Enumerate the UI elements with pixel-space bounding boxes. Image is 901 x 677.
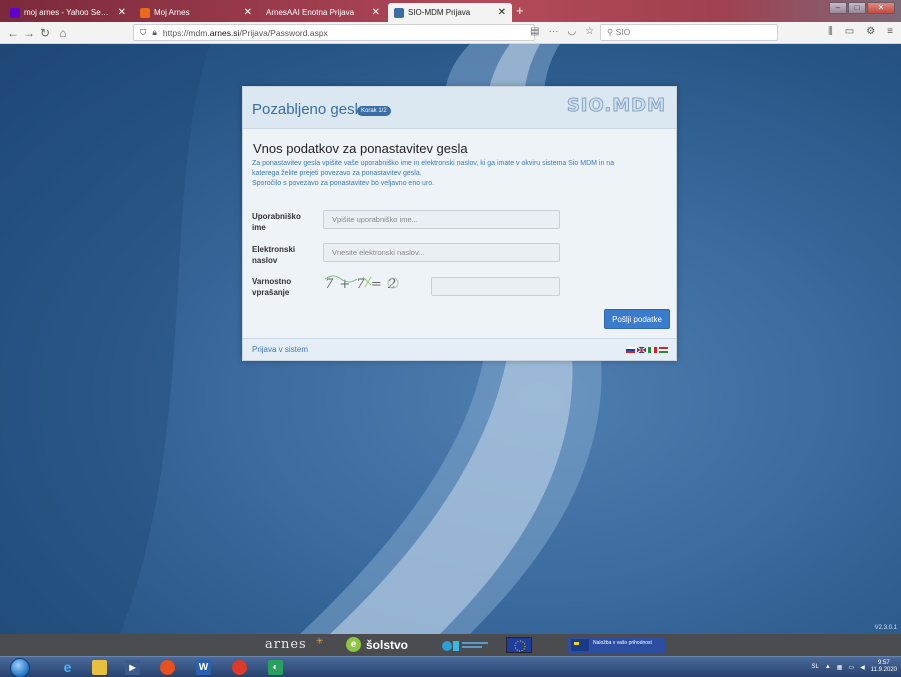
close-icon[interactable]: ✕ (372, 7, 380, 18)
card-header: Pozabljeno geslo Korak 1/2 SIO.MDM (243, 87, 676, 129)
arnes-favicon-icon (140, 7, 150, 18)
step-badge: Korak 1/2 (357, 106, 391, 116)
system-tray: SL ▲ ▦ ▭ ◀ 9:57 11.9.2020 (811, 660, 897, 674)
submit-button[interactable]: Pošlji podatke (604, 309, 670, 329)
minimize-icon[interactable]: – (829, 2, 847, 14)
sio-favicon-icon (394, 7, 404, 18)
language-indicator[interactable]: SL (811, 664, 818, 670)
reload-icon[interactable]: ↻ (38, 26, 52, 40)
esolstvo-icon: e (346, 637, 361, 652)
home-icon[interactable]: ⌂ (56, 26, 70, 40)
page-background: Pozabljeno geslo Korak 1/2 SIO.MDM Vnos … (0, 44, 901, 634)
arnes-spark-icon: ✳ (316, 636, 324, 646)
tab-label: Moj Arnes (154, 8, 190, 17)
chrome-icon[interactable] (232, 660, 247, 675)
more-actions-icon[interactable]: ··· (548, 26, 558, 37)
email-label: Elektronski naslov (252, 245, 296, 265)
tab-yahoo-search[interactable]: moj arnes - Yahoo Search Resu ✕ (4, 3, 132, 22)
info-text: Za ponastavitev gesla vpišite vaše upora… (252, 160, 615, 187)
close-icon[interactable]: ✕ (244, 7, 252, 18)
card-footer: Prijava v sistem (243, 338, 676, 360)
flag-italy-icon[interactable] (648, 347, 657, 353)
clock[interactable]: 9:57 11.9.2020 (871, 660, 897, 674)
url-bar[interactable]: ⛉ 🔒︎ https://mdm.arnes.si/Prijava/Passwo… (133, 24, 535, 41)
footer-logo-strip: arnes ✳ e šolstvo Naložba v vašo prihodn… (0, 634, 901, 656)
tab-label: moj arnes - Yahoo Search Resu (24, 8, 110, 17)
section-title: Vnos podatkov za ponastavitev gesla (253, 141, 468, 156)
reader-view-icon[interactable]: ▤ (530, 26, 539, 37)
toolbar-icons: ⫼ ▭ ⚙ ≡ (828, 26, 893, 37)
close-icon[interactable]: ✕ (118, 7, 126, 18)
tab-arnesaai[interactable]: ArnesAAI Enotna Prijava ✕ (260, 3, 386, 22)
username-input[interactable]: Vpišite uporabniško ime... (323, 210, 560, 229)
word-icon[interactable]: W (196, 660, 211, 675)
sidebar-icon[interactable]: ▭ (845, 26, 854, 37)
firefox-icon[interactable] (160, 660, 175, 675)
flag-slovenia-icon[interactable] (626, 347, 635, 353)
lock-icon[interactable]: 🔒︎ (152, 27, 157, 38)
captcha-image: 7 + 7 = 2 (323, 273, 413, 295)
maximize-icon[interactable]: □ (848, 2, 866, 14)
bookmark-star-icon[interactable]: ☆ (585, 26, 594, 37)
close-icon[interactable]: ✕ (498, 7, 506, 18)
tab-label: ArnesAAI Enotna Prijava (266, 8, 355, 17)
tab-label: SIO-MDM Prijava (408, 8, 471, 17)
email-input[interactable]: Vnesite elektronski naslov... (323, 243, 560, 262)
windows-taskbar: e ▶ W ◐ SL ▲ ▦ ▭ ◀ 9:57 11.9.2020 (0, 656, 901, 677)
sio-mdm-logo: SIO.MDM (566, 95, 666, 117)
back-icon[interactable]: ← (6, 26, 20, 40)
password-reset-card: Pozabljeno geslo Korak 1/2 SIO.MDM Vnos … (242, 86, 677, 361)
tab-moj-arnes[interactable]: Moj Arnes ✕ (134, 3, 258, 22)
username-label: Uporabniško ime (252, 212, 301, 232)
tab-sio-mdm[interactable]: SIO-MDM Prijava ✕ (388, 3, 512, 22)
app-icon[interactable]: ◐ (268, 660, 283, 675)
arnes-logo[interactable]: arnes (265, 637, 307, 652)
media-player-icon[interactable]: ▶ (125, 660, 140, 675)
captcha-label: Varnostno vprašanje (252, 277, 292, 297)
new-tab-button[interactable]: + (516, 3, 524, 18)
yahoo-favicon-icon (10, 7, 20, 18)
page-title: Pozabljeno geslo (252, 101, 367, 118)
file-explorer-icon[interactable] (92, 660, 107, 675)
flag-uk-icon[interactable] (637, 347, 646, 353)
forward-icon[interactable]: → (22, 26, 36, 40)
captcha-answer-input[interactable] (431, 277, 560, 296)
captcha-noise (324, 275, 399, 289)
pocket-icon[interactable]: ◡ (567, 26, 576, 37)
shield-icon[interactable]: ⛉ (140, 27, 146, 38)
volume-icon[interactable]: ◀ (860, 664, 865, 671)
browser-nav-bar: ← → ↻ ⌂ ⛉ 🔒︎ https://mdm.arnes.si/Prijav… (0, 22, 901, 44)
search-input[interactable]: ⚲ SIO (600, 24, 778, 41)
url-text: https://mdm.arnes.si/Prijava/Password.as… (162, 27, 328, 38)
library-icon[interactable]: ⫼ (828, 26, 833, 37)
browser-tab-bar: moj arnes - Yahoo Search Resu ✕ Moj Arne… (0, 0, 901, 22)
url-actions: ▤ ··· ◡ ☆ (530, 26, 594, 37)
extension-icon[interactable]: ⚙ (866, 26, 875, 37)
language-flags (626, 347, 668, 353)
show-hidden-icon[interactable]: ▲ (825, 664, 831, 670)
login-link[interactable]: Prijava v sistem (252, 345, 308, 354)
menu-icon[interactable]: ≡ (887, 26, 893, 37)
flag-hungary-icon[interactable] (659, 347, 668, 353)
window-controls: – □ ✕ (829, 2, 895, 14)
start-button-icon[interactable] (10, 658, 30, 677)
network-icon[interactable]: ▦ (837, 664, 843, 671)
nalozba-logo[interactable]: Naložba v vašo prihodnost (567, 637, 665, 653)
search-icon: ⚲ (607, 27, 614, 37)
version-label: V2.3.0.1 (874, 625, 897, 631)
window-close-icon[interactable]: ✕ (867, 2, 895, 14)
ministry-logo[interactable] (440, 637, 490, 653)
internet-explorer-icon[interactable]: e (60, 660, 75, 675)
battery-icon[interactable]: ▭ (848, 664, 854, 671)
eu-flag-icon[interactable] (506, 637, 532, 653)
esolstvo-logo[interactable]: šolstvo (366, 638, 408, 652)
